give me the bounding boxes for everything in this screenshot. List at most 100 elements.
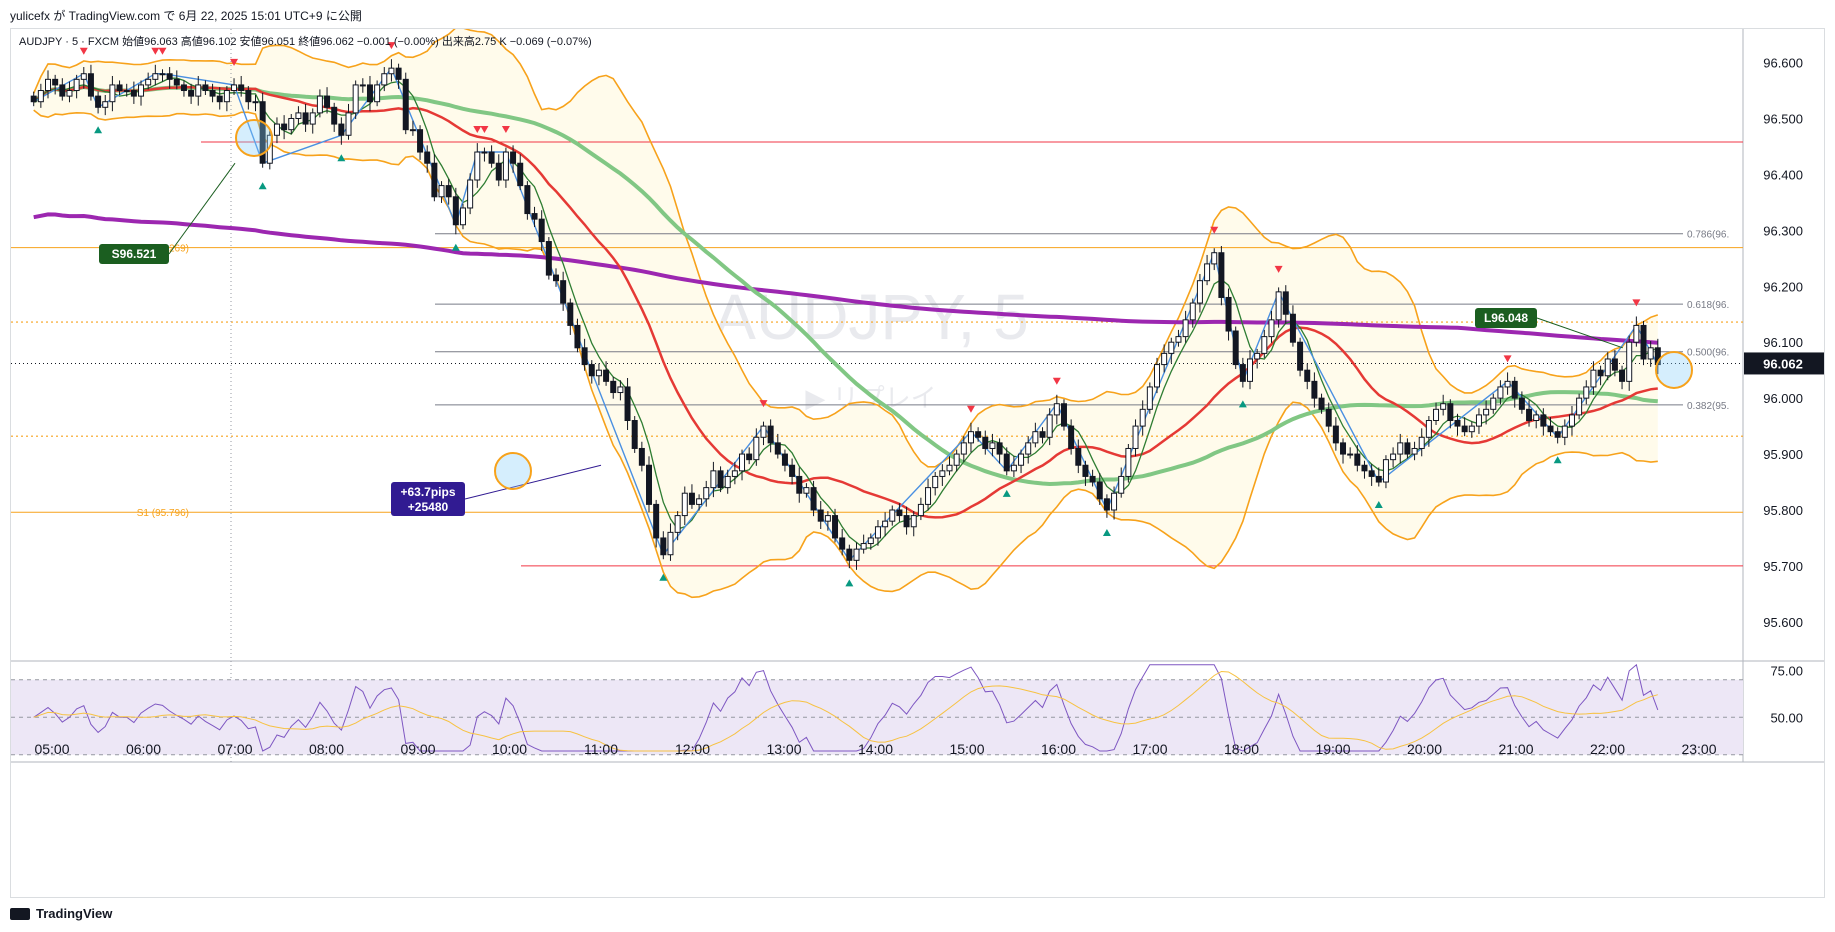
candle-body [925,487,932,505]
candle-body [982,436,989,449]
candle-body [574,324,581,349]
candle-body [953,453,960,466]
candle-body [1032,431,1039,444]
time-axis-tick: 16:00 [1041,741,1076,757]
candle-body [1232,330,1239,366]
annotation-text-2: +25480 [408,500,449,514]
time-axis-tick: 15:00 [949,741,984,757]
candle-body [1354,453,1361,466]
candle-body [696,498,703,505]
trade-marker-circle [1655,351,1693,389]
candle-body [1347,453,1354,456]
candle-body [445,185,452,198]
candle-body [996,442,1003,455]
candle-body [1125,447,1132,477]
candle-body [538,218,545,243]
candle-body [366,84,373,103]
candle-body [1003,453,1010,472]
time-axis-tick: 20:00 [1407,741,1442,757]
candle-body [646,464,653,505]
candle-body [1433,408,1440,422]
candle-body [581,347,588,366]
time-axis-tick: 19:00 [1315,741,1350,757]
candle-body [803,487,810,494]
candle-body [1382,459,1389,483]
candle-body [853,548,860,561]
candle-body [1082,464,1089,477]
candle-body [595,369,602,377]
candle-body [438,185,445,198]
price-axis-tick: 95.600 [1763,615,1803,630]
price-axis-tick: 96.300 [1763,223,1803,238]
candle-body [409,129,416,132]
candle-body [760,425,767,438]
candle-body [1411,447,1418,455]
candle-body [1418,436,1425,449]
time-axis-tick: 14:00 [858,741,893,757]
candle-body [510,151,517,164]
candle-body [896,509,903,517]
candle-body [1261,336,1268,354]
candle-body [832,515,839,539]
candle-body [1368,470,1375,477]
candle-body [989,442,996,449]
candle-body [166,73,173,80]
chart-panel[interactable]: AUDJPY, 5▶ リプレイP (96.269)S1 (95.796)0.78… [10,27,1825,898]
candle-body [874,526,881,539]
candle-body [1518,397,1525,410]
candle-body [710,470,717,489]
candle-body [624,386,631,422]
candle-body [939,470,946,477]
candle-body [1139,408,1146,427]
candle-body [1526,408,1533,422]
candle-body [1554,431,1561,438]
candle-body [1311,380,1318,399]
candle-body [1397,442,1404,455]
candle-body [1483,408,1490,416]
candle-body [1196,280,1203,304]
candle-body [753,436,760,461]
candle-body [1068,425,1075,449]
candle-body [316,95,323,114]
candle-body [1583,386,1590,399]
candle-body [910,515,917,528]
candle-body [1611,358,1618,371]
price-axis-tick: 96.500 [1763,111,1803,126]
candle-body [767,425,774,444]
candle-body [1103,498,1110,511]
candle-body [1025,442,1032,455]
candle-body [1146,386,1153,410]
candle-body [588,364,595,377]
candle-body [145,78,152,86]
candle-body [731,470,738,477]
price-chart[interactable]: AUDJPY, 5▶ リプレイP (96.269)S1 (95.796)0.78… [11,27,1824,897]
candle-body [967,431,974,444]
candle-body [116,84,123,92]
candle-body [1060,403,1067,427]
time-axis-tick: 18:00 [1224,741,1259,757]
candle-body [188,90,195,97]
price-axis-tick: 95.700 [1763,559,1803,574]
candle-body [216,95,223,103]
candle-body [1619,369,1626,382]
candle-body [1576,397,1583,416]
candle-body [1461,425,1468,433]
rsi-axis-tick: 75.00 [1770,663,1803,678]
candle-body [295,112,302,119]
candle-body [80,73,87,80]
tradingview-brand-text: TradingView [36,906,113,921]
candle-body [1440,403,1447,410]
pivot-label: S1 (95.796) [137,508,189,519]
candle-body [338,123,345,136]
candle-body [1568,414,1575,427]
candle-body [467,179,474,209]
candle-body [1425,420,1432,438]
candle-body [331,106,338,125]
fib-label: 0.786(96. [1687,230,1729,241]
candle-body [1540,414,1547,427]
candle-body [1211,252,1218,265]
candle-body [1561,425,1568,438]
candle-body [402,78,409,131]
tradingview-logo[interactable]: TradingView [10,906,112,921]
candle-body [882,520,889,528]
